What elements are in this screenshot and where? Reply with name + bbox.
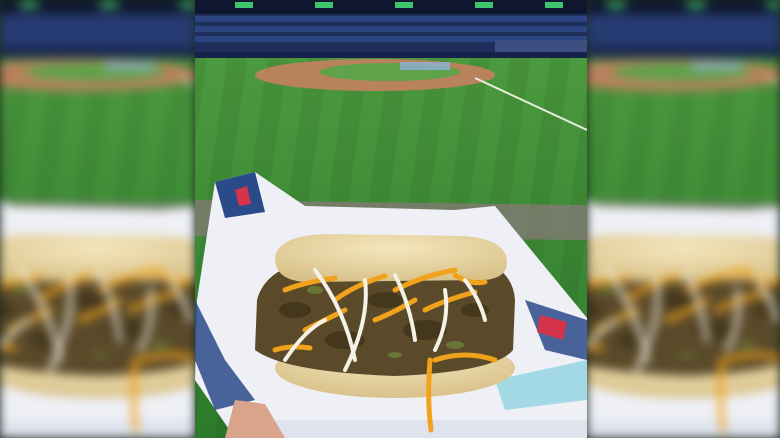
main-photo	[195, 0, 587, 438]
arepa-at-ballpark-photo	[195, 0, 587, 438]
blurred-left-fill	[0, 0, 195, 438]
blurred-left-copy	[0, 0, 195, 438]
blurred-right-fill	[587, 0, 780, 438]
blurred-right-copy	[587, 0, 780, 438]
photo-scene	[0, 0, 780, 438]
